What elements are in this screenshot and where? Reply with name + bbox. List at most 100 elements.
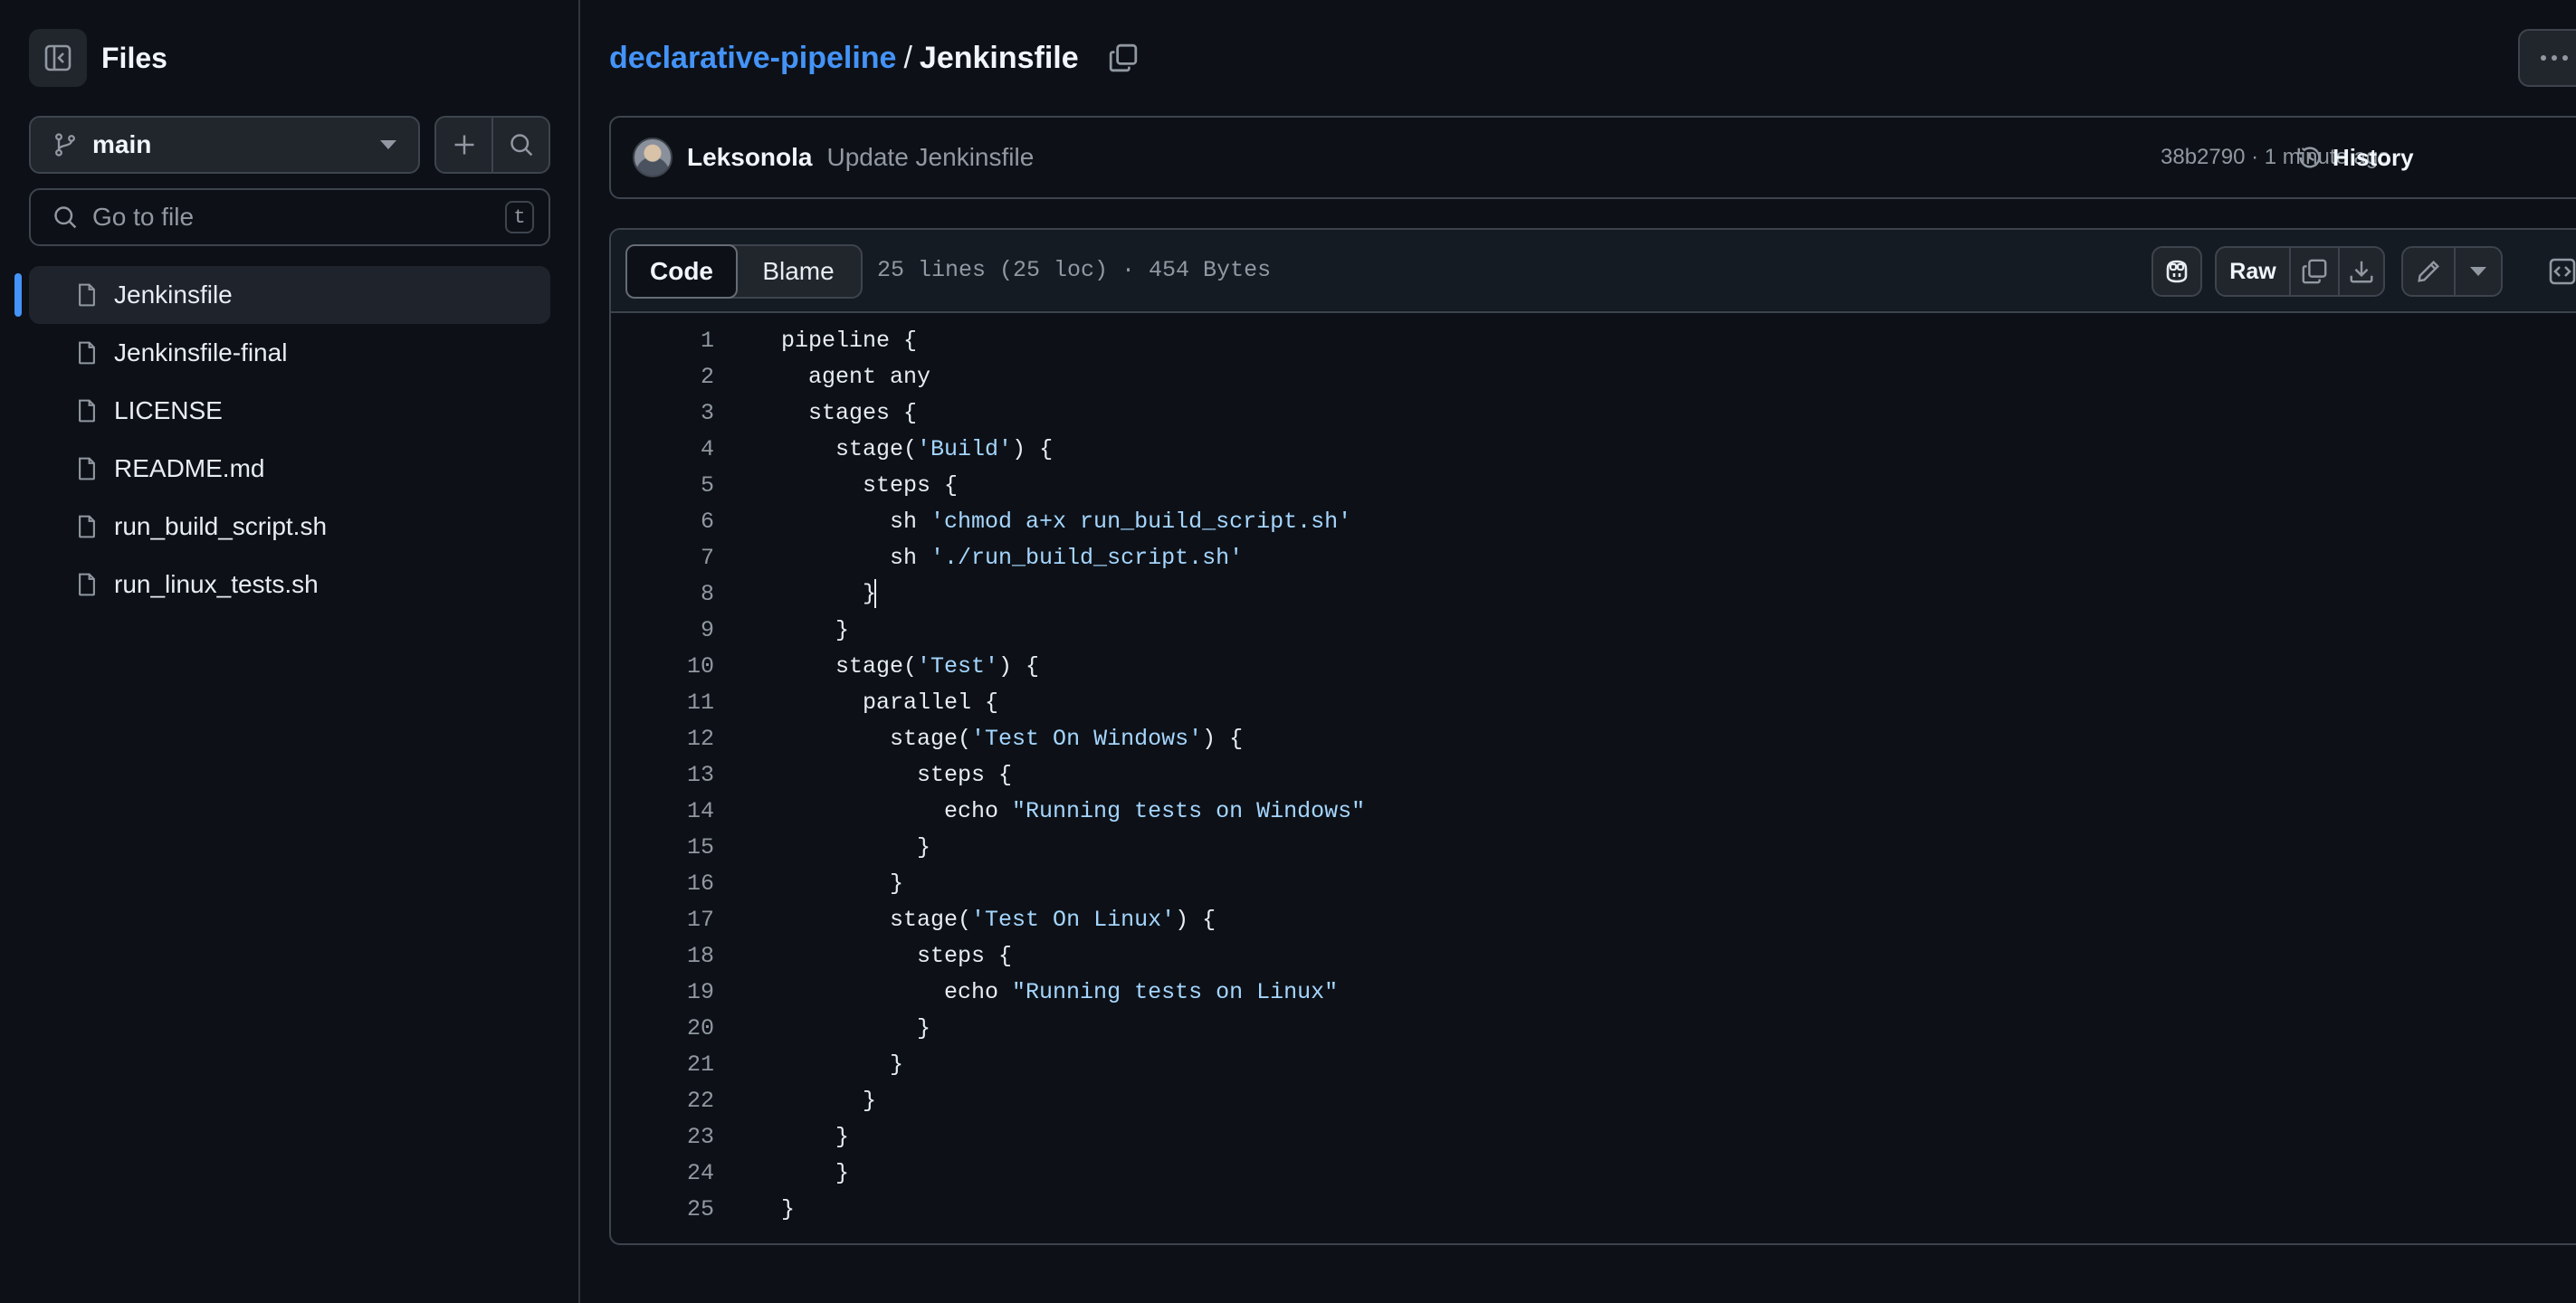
code-text: } [781, 1195, 796, 1222]
line-number[interactable]: 4 [611, 436, 714, 462]
file-tree-item[interactable]: Jenkinsfile [14, 266, 550, 324]
line-number[interactable]: 9 [611, 617, 714, 643]
file-icon [74, 514, 100, 539]
code-line: 15 } [611, 829, 2576, 865]
line-number[interactable]: 2 [611, 364, 714, 390]
file-tree-item[interactable]: run_build_script.sh [29, 498, 550, 556]
file-toolbar: Code Blame 25 lines (25 loc) · 454 Bytes… [611, 230, 2576, 313]
code-text: pipeline { [781, 327, 918, 354]
shortcut-key-badge: t [505, 201, 534, 233]
line-number[interactable]: 1 [611, 328, 714, 354]
file-icon [74, 398, 100, 423]
tab-code[interactable]: Code [625, 244, 738, 299]
file-icon [74, 340, 100, 366]
line-number[interactable]: 5 [611, 472, 714, 499]
edit-file-button[interactable] [2403, 248, 2454, 295]
code-viewer[interactable]: 1 pipeline { 2 agent any 3 stages { 4 stage(… [611, 313, 2576, 1227]
line-number[interactable]: 22 [611, 1088, 714, 1114]
repo-link[interactable]: declarative-pipeline [609, 41, 896, 76]
commit-message[interactable]: Update Jenkinsfile [826, 143, 1034, 172]
code-line: 11 parallel { [611, 684, 2576, 720]
code-square-icon [2548, 257, 2576, 286]
file-tree-item[interactable]: Jenkinsfile-final [29, 324, 550, 382]
file-tree-item[interactable]: run_linux_tests.sh [29, 556, 550, 613]
line-number[interactable]: 18 [611, 943, 714, 969]
raw-actions-group: Raw [2215, 246, 2385, 297]
code-text: steps { [781, 471, 959, 499]
search-icon [509, 132, 534, 157]
line-number[interactable]: 17 [611, 907, 714, 933]
line-number[interactable]: 6 [611, 509, 714, 535]
code-text: stages { [781, 399, 918, 426]
code-line: 21 } [611, 1046, 2576, 1082]
branch-selector[interactable]: main [29, 116, 420, 174]
file-icon [74, 456, 100, 481]
line-number[interactable]: 20 [611, 1015, 714, 1041]
file-tree-item-label: README.md [114, 454, 265, 482]
line-number[interactable]: 23 [611, 1124, 714, 1150]
line-number[interactable]: 3 [611, 400, 714, 426]
tab-blame[interactable]: Blame [736, 246, 861, 297]
code-text: stage('Test') { [781, 652, 1040, 680]
code-text: stage('Test On Linux') { [781, 906, 1216, 933]
code-line: 1 pipeline { [611, 322, 2576, 358]
file-tree-item-label: run_linux_tests.sh [114, 570, 319, 598]
add-file-button[interactable] [436, 118, 491, 172]
code-line: 20 } [611, 1010, 2576, 1046]
code-line: 4 stage('Build') { [611, 431, 2576, 467]
raw-button[interactable]: Raw [2217, 248, 2289, 295]
code-line: 22 } [611, 1082, 2576, 1118]
go-to-file-field[interactable]: t [29, 188, 550, 246]
copy-path-button[interactable] [1108, 43, 1139, 73]
line-number[interactable]: 11 [611, 690, 714, 716]
line-number[interactable]: 15 [611, 834, 714, 861]
line-number[interactable]: 7 [611, 545, 714, 571]
plus-icon [452, 132, 477, 157]
code-text: } [781, 1123, 850, 1150]
breadcrumb-separator: / [903, 40, 912, 75]
file-tree-item[interactable]: LICENSE [29, 382, 550, 440]
line-number[interactable]: 8 [611, 581, 714, 607]
code-line: 6 sh 'chmod a+x run_build_script.sh' [611, 503, 2576, 539]
line-number[interactable]: 19 [611, 979, 714, 1005]
file-tree-item[interactable]: README.md [29, 440, 550, 498]
code-line: 14 echo "Running tests on Windows" [611, 793, 2576, 829]
code-text: echo "Running tests on Linux" [781, 978, 1339, 1005]
code-line: 24 } [611, 1155, 2576, 1191]
current-file-name: Jenkinsfile [919, 40, 1079, 75]
line-number[interactable]: 13 [611, 762, 714, 788]
code-line: 2 agent any [611, 358, 2576, 395]
line-number[interactable]: 21 [611, 1051, 714, 1078]
copy-icon [2301, 258, 2328, 285]
collapse-sidebar-button[interactable] [29, 29, 87, 87]
file-icon [74, 572, 100, 597]
code-text: sh './run_build_script.sh' [781, 544, 1244, 571]
sidebar-actions [434, 116, 550, 174]
line-number[interactable]: 25 [611, 1196, 714, 1222]
file-viewer: Code Blame 25 lines (25 loc) · 454 Bytes… [609, 228, 2576, 1245]
copilot-button[interactable] [2151, 246, 2202, 297]
line-number[interactable]: 14 [611, 798, 714, 824]
symbols-panel-button[interactable] [2537, 246, 2576, 297]
file-list: Jenkinsfile Jenkinsfile-final LICENSE READM… [14, 266, 550, 613]
commit-author[interactable]: Leksonola [687, 143, 812, 172]
line-number[interactable]: 16 [611, 870, 714, 897]
go-to-file-input[interactable] [92, 203, 505, 232]
code-line: 13 steps { [611, 756, 2576, 793]
line-number[interactable]: 24 [611, 1160, 714, 1186]
search-code-button[interactable] [491, 118, 549, 172]
more-options-button[interactable] [2518, 29, 2576, 87]
view-mode-toggle: Code Blame [625, 244, 863, 299]
code-text: sh 'chmod a+x run_build_script.sh' [781, 508, 1352, 535]
code-text: } [781, 1087, 877, 1114]
download-button[interactable] [2338, 248, 2383, 295]
line-number[interactable]: 10 [611, 653, 714, 680]
code-text: stage('Test On Windows') { [781, 725, 1244, 752]
edit-options-dropdown[interactable] [2454, 248, 2501, 295]
line-number[interactable]: 12 [611, 726, 714, 752]
code-line: 5 steps { [611, 467, 2576, 503]
history-button[interactable]: History [2296, 144, 2414, 172]
code-line: 8 } [611, 575, 2576, 612]
avatar[interactable] [633, 138, 673, 177]
copy-raw-button[interactable] [2289, 248, 2338, 295]
